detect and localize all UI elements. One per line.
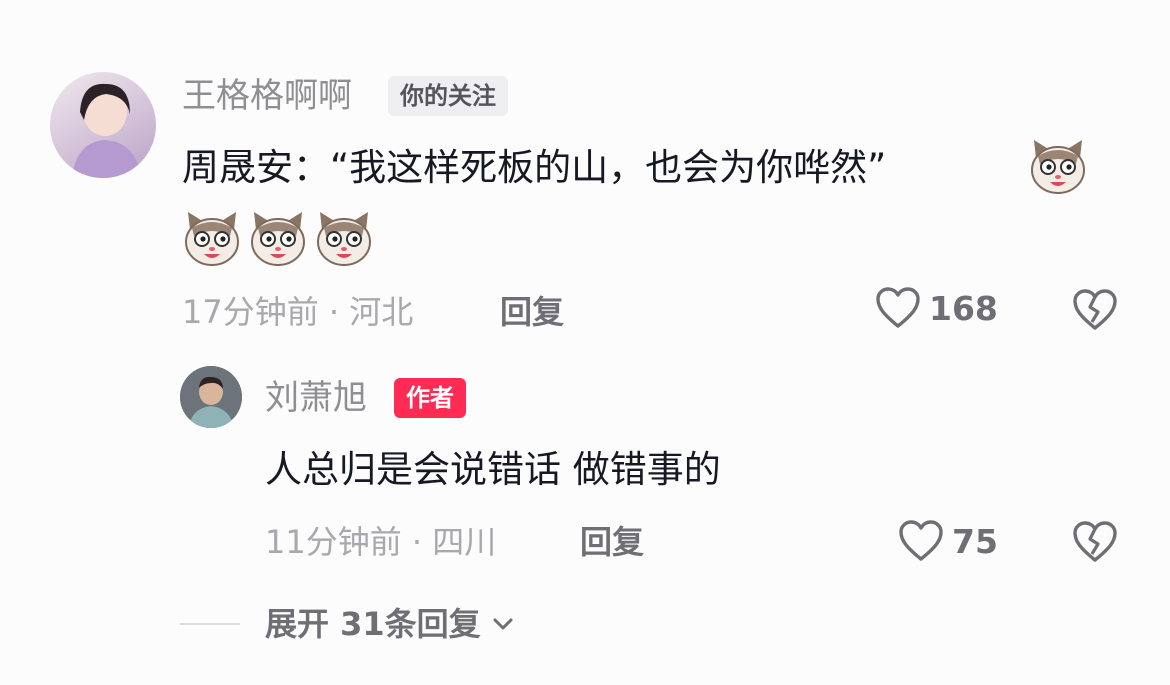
like-button[interactable]: 75	[898, 519, 998, 563]
like-count: 168	[929, 288, 998, 328]
avatar[interactable]	[180, 366, 242, 428]
reply-text: 人总归是会说错话 做错事的	[265, 448, 721, 491]
cat-face-emoji	[182, 208, 242, 268]
heart-outline-icon	[899, 520, 943, 561]
expand-replies-button[interactable]: 展开 31条回复	[265, 604, 517, 644]
chevron-down-icon	[493, 618, 513, 630]
broken-heart-icon	[1073, 521, 1117, 562]
expand-divider	[180, 623, 240, 625]
reply-time-location: 11分钟前 · 四川	[265, 523, 497, 561]
cat-face-emoji	[1028, 136, 1088, 196]
cat-face-emoji	[314, 208, 374, 268]
comment-time-location: 17分钟前 · 河北	[182, 293, 414, 331]
like-count: 75	[952, 521, 998, 561]
like-button[interactable]: 168	[875, 286, 998, 330]
author-badge: 作者	[394, 378, 466, 418]
avatar[interactable]	[50, 72, 156, 178]
broken-heart-icon	[1073, 289, 1117, 330]
following-badge: 你的关注	[388, 76, 508, 116]
heart-outline-icon	[876, 287, 920, 328]
reply-button[interactable]: 回复	[500, 292, 564, 332]
reply-username[interactable]: 刘萧旭	[265, 378, 367, 418]
comment-text: 周晟安：“我这样死板的山，也会为你哗然”	[182, 146, 887, 189]
reply-button[interactable]: 回复	[580, 522, 644, 562]
comment-username[interactable]: 王格格啊啊	[182, 76, 352, 116]
expand-replies-label: 展开 31条回复	[265, 605, 481, 643]
cat-face-emoji	[248, 208, 308, 268]
dislike-button[interactable]	[1072, 520, 1118, 568]
dislike-button[interactable]	[1072, 288, 1118, 336]
